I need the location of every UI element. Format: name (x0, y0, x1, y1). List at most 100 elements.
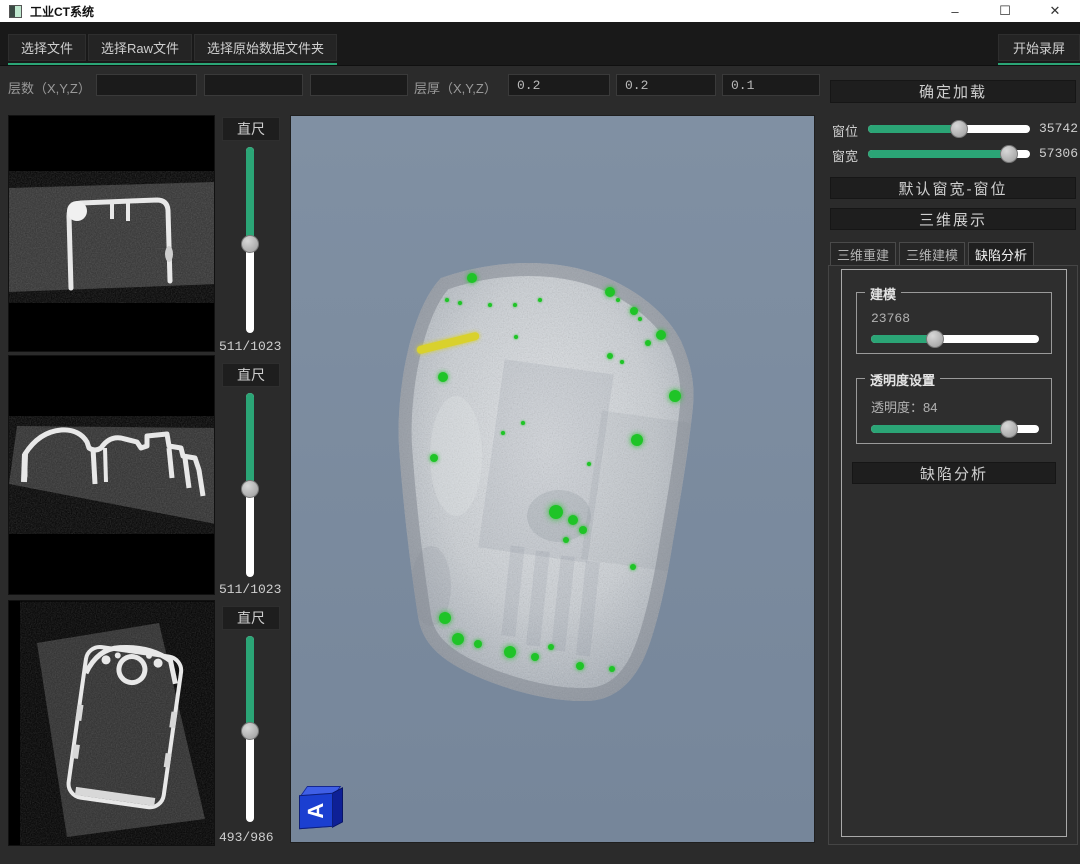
modeling-slider[interactable] (871, 335, 1039, 343)
slice-middle-slider[interactable] (246, 393, 254, 577)
ct-slice-view-bottom[interactable] (8, 600, 215, 846)
ruler-button-bottom[interactable]: 直尺 (222, 606, 280, 630)
slice-top-position: 511/1023 (219, 339, 281, 354)
defect-marker-layer (291, 116, 814, 842)
defect-marker (568, 515, 578, 525)
start-record-button[interactable]: 开始录屏 (998, 34, 1080, 61)
defect-marker (501, 431, 505, 435)
defect-marker (445, 298, 449, 302)
defect-marker (488, 303, 492, 307)
opacity-group-title: 透明度设置 (865, 370, 940, 389)
layers-x-input[interactable] (96, 74, 197, 96)
thickness-x-input[interactable] (508, 74, 610, 96)
defect-marker (504, 646, 516, 658)
window-level-value: 35742 (1039, 121, 1078, 136)
slider-fill (246, 393, 254, 489)
defect-marker (474, 640, 482, 648)
modeling-groupbox: 建模 23768 (856, 292, 1052, 354)
right-control-panel: 确定加载 窗位 35742 窗宽 57306 默认窗宽-窗位 三维展示 三维重建… (828, 76, 1078, 864)
defect-marker (630, 307, 638, 315)
select-raw-button[interactable]: 选择Raw文件 (88, 34, 192, 61)
thickness-label: 层厚（X,Y,Z） (414, 78, 497, 97)
defect-marker (531, 653, 539, 661)
window-level-label: 窗位 (832, 121, 858, 140)
app-icon (9, 5, 22, 18)
slice-top-slider[interactable] (246, 147, 254, 333)
defect-marker (563, 537, 569, 543)
slider-fill (246, 636, 254, 731)
defect-marker (458, 301, 462, 305)
select-file-button[interactable]: 选择文件 (8, 34, 86, 61)
slice-bottom-slider[interactable] (246, 636, 254, 822)
window-width-slider[interactable] (868, 150, 1030, 158)
slice-middle-slider-column: 直尺 511/1023 (215, 355, 290, 595)
title-bar: 工业CT系统 – ☐ ✕ (0, 0, 1080, 22)
opacity-groupbox: 透明度设置 透明度：84 (856, 378, 1052, 444)
select-folder-button[interactable]: 选择原始数据文件夹 (194, 34, 337, 61)
defect-marker (620, 360, 624, 364)
slice-bottom-slider-column: 直尺 493/986 (215, 600, 290, 846)
defect-marker (513, 303, 517, 307)
defect-marker (579, 526, 587, 534)
record-button-wrap: 开始录屏 (998, 34, 1080, 65)
defect-analysis-button[interactable]: 缺陷分析 (852, 462, 1056, 484)
defect-marker (430, 454, 438, 462)
defect-marker (631, 434, 643, 446)
defect-marker (616, 298, 620, 302)
slider-handle[interactable] (1000, 145, 1018, 163)
layers-z-input[interactable] (310, 74, 408, 96)
defect-marker (656, 330, 666, 340)
minimize-button[interactable]: – (930, 0, 980, 22)
slider-fill (868, 125, 959, 133)
inclusion-streak-marker (416, 332, 480, 355)
3d-display-button[interactable]: 三维展示 (830, 208, 1076, 230)
defect-marker (669, 390, 681, 402)
window-width-value: 57306 (1039, 146, 1078, 161)
slice-top-slider-column: 直尺 511/1023 (215, 115, 290, 352)
opacity-slider[interactable] (871, 425, 1039, 433)
defect-marker (587, 462, 591, 466)
defect-marker (630, 564, 636, 570)
slider-handle[interactable] (241, 235, 259, 253)
slice-bottom-position: 493/986 (219, 830, 274, 845)
file-button-group: 选择文件 选择Raw文件 选择原始数据文件夹 (8, 34, 337, 65)
slider-fill (246, 147, 254, 244)
slider-fill (871, 425, 1009, 433)
default-window-button[interactable]: 默认窗宽-窗位 (830, 177, 1076, 199)
orientation-cube[interactable]: A (299, 786, 345, 830)
window-width-row: 窗宽 57306 (828, 145, 1078, 163)
defect-marker (514, 335, 518, 339)
slider-handle[interactable] (241, 480, 259, 498)
defect-marker (638, 317, 642, 321)
confirm-load-button[interactable]: 确定加载 (830, 80, 1076, 103)
slider-fill (868, 150, 1009, 158)
defect-analysis-panel-inner: 建模 23768 透明度设置 透明度：84 缺陷分析 (841, 269, 1067, 837)
slider-handle[interactable] (241, 722, 259, 740)
ruler-button-top[interactable]: 直尺 (222, 117, 280, 141)
toolbar: 选择文件 选择Raw文件 选择原始数据文件夹 开始录屏 (0, 22, 1080, 66)
maximize-button[interactable]: ☐ (980, 0, 1030, 22)
layers-y-input[interactable] (204, 74, 303, 96)
window-width-label: 窗宽 (832, 146, 858, 165)
window-level-slider[interactable] (868, 125, 1030, 133)
opacity-value: 透明度：84 (871, 397, 937, 416)
defect-marker (549, 505, 563, 519)
orientation-cube-right-face (332, 787, 343, 828)
defect-marker (467, 273, 477, 283)
defect-marker (576, 662, 584, 670)
slider-handle[interactable] (1000, 420, 1018, 438)
slider-handle[interactable] (950, 120, 968, 138)
thickness-y-input[interactable] (616, 74, 716, 96)
defect-marker (521, 421, 525, 425)
ruler-button-middle[interactable]: 直尺 (222, 363, 280, 387)
slice-middle-position: 511/1023 (219, 582, 281, 597)
window-title: 工业CT系统 (30, 3, 94, 20)
slider-handle[interactable] (926, 330, 944, 348)
defect-marker (452, 633, 464, 645)
thickness-z-input[interactable] (722, 74, 820, 96)
defect-analysis-panel: 建模 23768 透明度设置 透明度：84 缺陷分析 (828, 265, 1078, 845)
ct-slice-view-middle[interactable] (8, 355, 215, 595)
ct-slice-view-top[interactable] (8, 115, 215, 352)
close-button[interactable]: ✕ (1030, 0, 1080, 22)
3d-viewport[interactable]: A (290, 115, 815, 843)
